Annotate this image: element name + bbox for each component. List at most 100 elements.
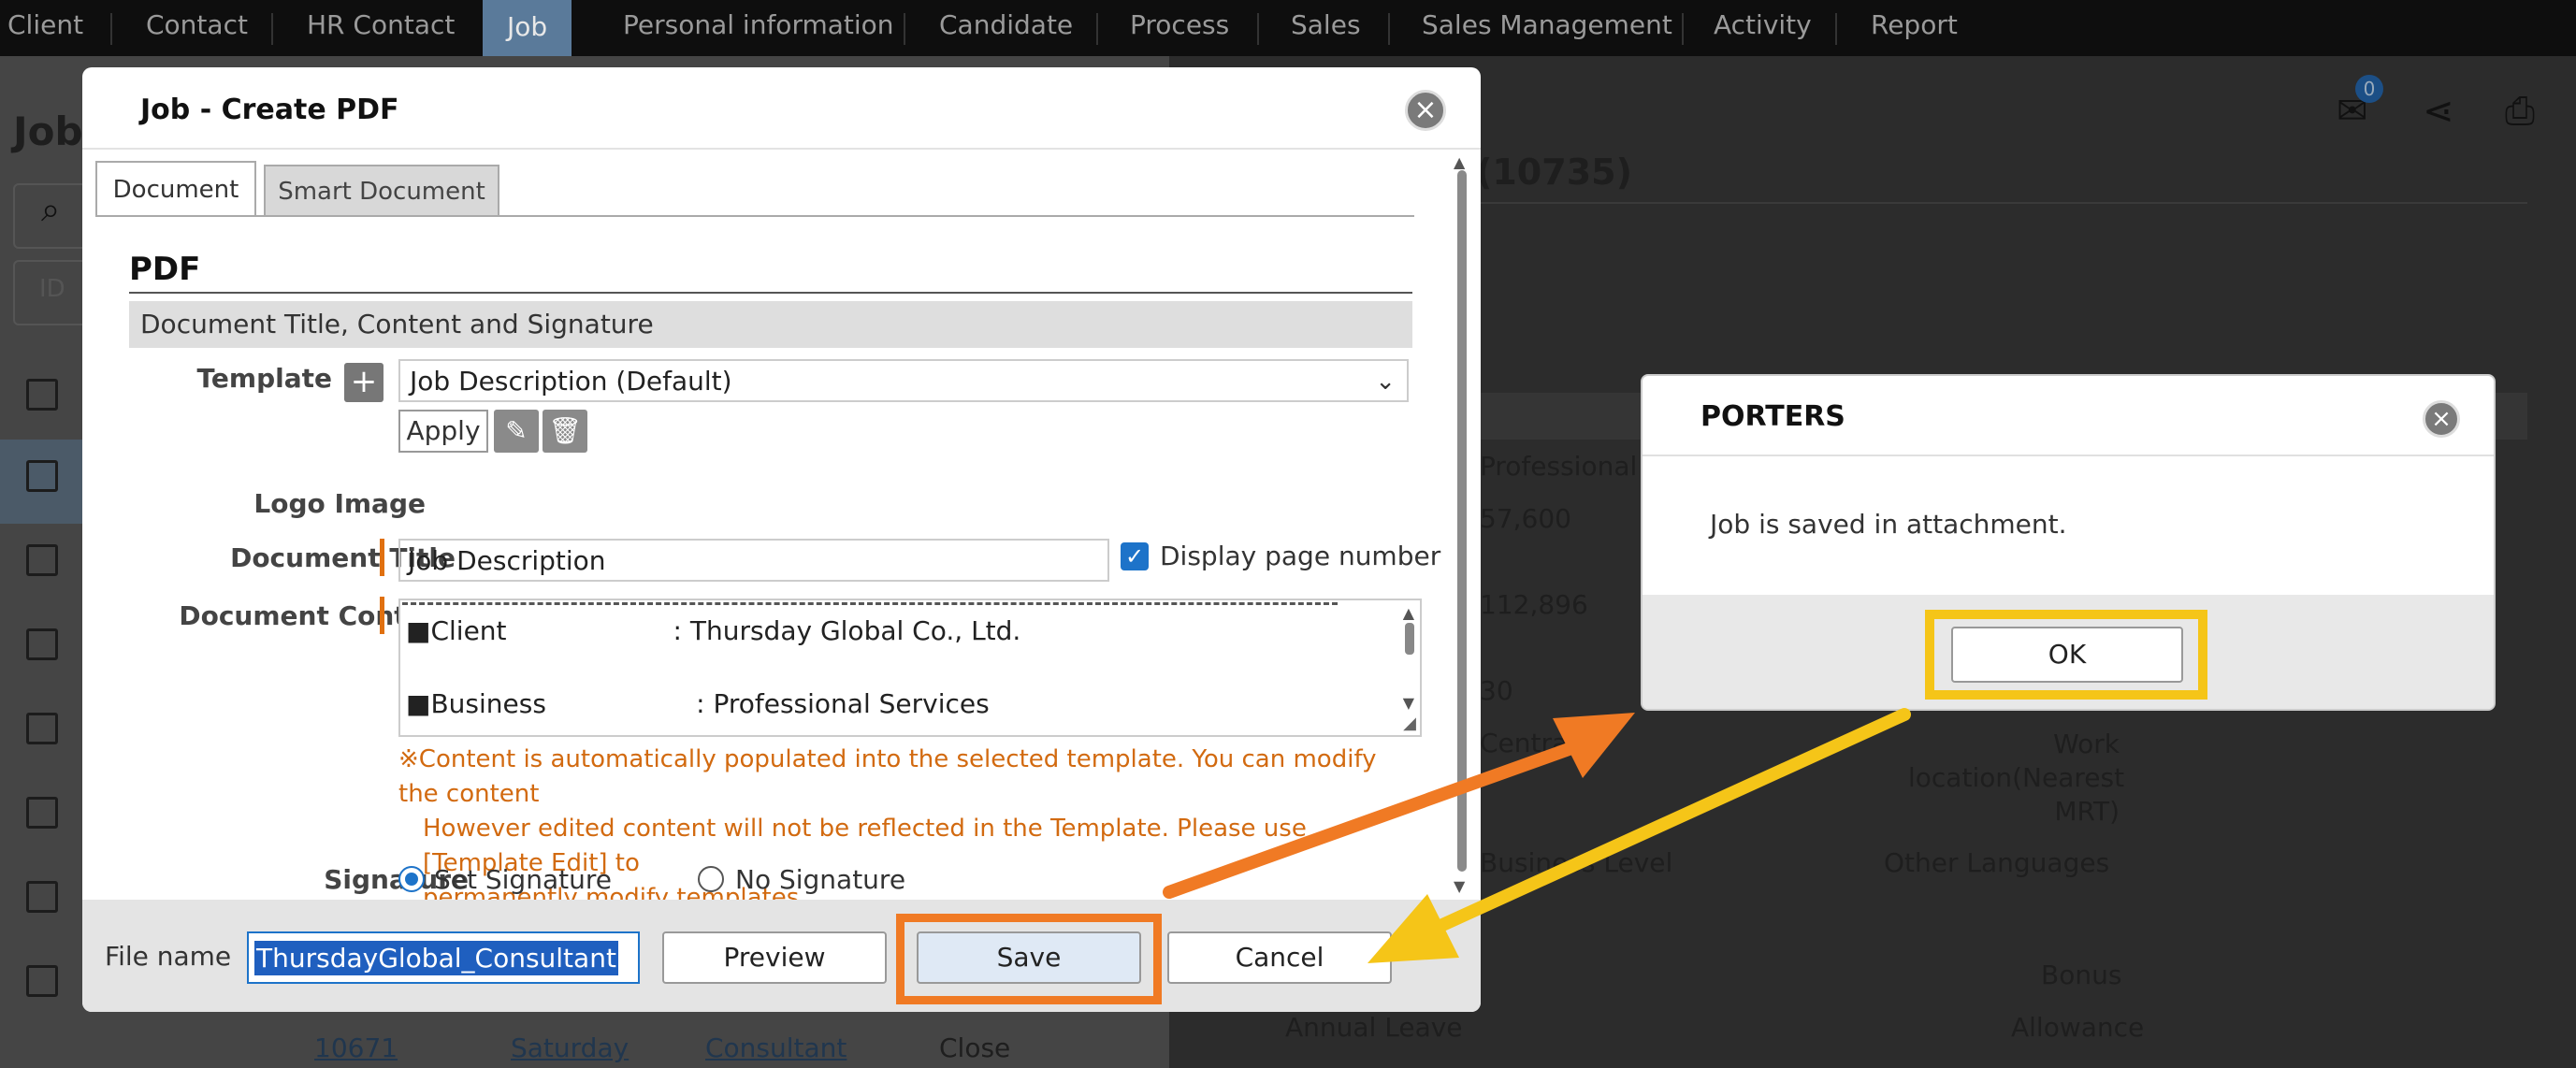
nav-sales-management[interactable]: Sales Management — [1422, 9, 1672, 40]
nav-divider — [271, 13, 273, 45]
display-page-number-checkbox[interactable]: ✓ — [1121, 542, 1149, 570]
row-id-link[interactable]: 10671 — [314, 1032, 398, 1063]
add-template-button[interactable]: + — [344, 363, 384, 402]
template-selected-value: Job Description (Default) — [410, 366, 732, 397]
right-label-bonus: Bonus — [2041, 960, 2122, 990]
scroll-up-icon[interactable]: ▲ — [1403, 604, 1414, 622]
right-label-other-languages: Other Languages — [1884, 847, 2110, 878]
row-checkbox[interactable] — [26, 881, 58, 913]
search-box[interactable]: ⌕ — [13, 183, 92, 249]
required-marker — [380, 539, 384, 576]
nav-contact[interactable]: Contact — [146, 9, 248, 40]
row-checkbox[interactable] — [26, 379, 58, 411]
tab-underline — [95, 215, 1414, 217]
preview-button[interactable]: Preview — [662, 931, 887, 984]
cancel-button[interactable]: Cancel — [1167, 931, 1392, 984]
search-icon: ⌕ — [41, 191, 61, 229]
nav-client[interactable]: Client — [7, 9, 83, 40]
mail-badge: 0 — [2355, 75, 2383, 103]
divider — [82, 148, 1481, 150]
tab-smart-document[interactable]: Smart Document — [264, 165, 499, 217]
row-client-link[interactable]: Saturday — [511, 1032, 629, 1063]
share-icon[interactable]: ⋖ — [2423, 90, 2454, 133]
page-title: Job — [13, 108, 83, 154]
nav-candidate[interactable]: Candidate — [939, 9, 1073, 40]
file-name-value: ThursdayGlobal_Consultant — [254, 941, 618, 975]
id-filter-placeholder: ID — [39, 275, 65, 303]
content-scrollbar[interactable] — [1405, 623, 1414, 655]
file-name-label: File name — [105, 941, 232, 972]
dialog-message: Job is saved in attachment. — [1710, 509, 2067, 540]
field-value: Central — [1480, 728, 1575, 758]
content-separator — [402, 602, 1338, 609]
delete-template-icon[interactable]: 🗑 — [543, 410, 587, 453]
apply-button[interactable]: Apply — [398, 410, 488, 453]
no-signature-label: No Signature — [735, 864, 906, 895]
nav-job[interactable]: Job — [483, 0, 572, 56]
nav-divider — [1388, 13, 1390, 45]
annual-leave-label: Annual Leave — [1285, 1012, 1463, 1043]
no-signature-radio[interactable] — [698, 866, 724, 892]
save-highlight-box — [896, 914, 1162, 1004]
row-checkbox[interactable] — [26, 713, 58, 744]
row-checkbox[interactable] — [26, 628, 58, 660]
nav-divider — [1682, 13, 1684, 45]
nav-divider — [904, 13, 905, 45]
ok-highlight-box — [1925, 610, 2207, 700]
right-label-allowance: Allowance — [2011, 1012, 2145, 1043]
nav-process[interactable]: Process — [1130, 9, 1229, 40]
content-line: ■Client : Thursday Global Co., Ltd. — [406, 615, 1021, 646]
divider — [1643, 455, 2494, 456]
row-checkbox[interactable] — [26, 965, 58, 997]
nav-divider — [1257, 13, 1259, 45]
nav-activity[interactable]: Activity — [1714, 9, 1812, 40]
row-status: Close — [939, 1032, 1011, 1063]
top-nav: Client Contact HR Contact Job Personal i… — [0, 0, 2576, 56]
pdf-heading: PDF — [129, 251, 201, 288]
nav-sales[interactable]: Sales — [1291, 9, 1361, 40]
row-position-link[interactable]: Consultant — [705, 1032, 847, 1063]
field-value: 30 — [1480, 675, 1513, 706]
tab-document[interactable]: Document — [95, 161, 256, 217]
divider — [129, 292, 1412, 294]
row-checkbox[interactable] — [26, 544, 58, 576]
create-pdf-modal: Job - Create PDF × Document Smart Docume… — [82, 67, 1481, 1012]
set-signature-radio[interactable] — [398, 866, 425, 892]
modal-scrollbar[interactable] — [1457, 170, 1467, 872]
nav-report[interactable]: Report — [1871, 9, 1958, 40]
nav-divider — [110, 13, 112, 45]
close-icon[interactable]: × — [1405, 90, 1446, 131]
note-line: ※Content is automatically populated into… — [398, 745, 1377, 808]
close-icon[interactable]: × — [2423, 400, 2460, 438]
row-checkbox[interactable] — [26, 797, 58, 829]
right-label-work-location: Work location(Nearest MRT) — [1908, 729, 2125, 827]
content-line: ■Business : Professional Services — [406, 688, 990, 719]
chevron-down-icon: ⌄ — [1375, 368, 1396, 396]
field-value: 112,896 — [1480, 589, 1588, 620]
modal-footer: File name ThursdayGlobal_Consultant Prev… — [82, 900, 1481, 1012]
edit-template-icon[interactable]: ✎ — [494, 410, 539, 453]
modal-title: Job - Create PDF — [140, 94, 399, 126]
nav-hr-contact[interactable]: HR Contact — [307, 9, 455, 40]
field-value: Professional S — [1480, 451, 1662, 482]
display-page-number-label: Display page number — [1160, 541, 1441, 571]
resize-handle-icon[interactable]: ◢ — [1403, 714, 1416, 733]
scroll-down-icon[interactable]: ▼ — [1454, 877, 1465, 895]
document-title-input[interactable]: Job Description — [398, 539, 1109, 582]
nav-personal-information[interactable]: Personal information — [623, 9, 894, 40]
dialog-title: PORTERS — [1700, 400, 1845, 433]
id-filter-input[interactable]: ID — [13, 260, 92, 325]
print-icon[interactable]: ⎙ — [2505, 90, 2535, 133]
scroll-up-icon[interactable]: ▲ — [1454, 153, 1465, 171]
template-select[interactable]: Job Description (Default) ⌄ — [398, 359, 1409, 402]
file-name-input[interactable]: ThursdayGlobal_Consultant — [247, 931, 640, 984]
document-content-textarea[interactable]: ■Client : Thursday Global Co., Ltd. ■Bus… — [398, 599, 1422, 737]
field-value: 57,600 — [1480, 503, 1571, 534]
record-title: (10735) — [1476, 152, 1632, 193]
nav-divider — [1096, 13, 1098, 45]
row-checkbox[interactable] — [26, 460, 58, 492]
section-header: Document Title, Content and Signature — [129, 301, 1412, 348]
logo-image-label: Logo Image — [253, 488, 426, 519]
set-signature-label: Set Signature — [434, 864, 612, 895]
scroll-down-icon[interactable]: ▼ — [1403, 694, 1414, 712]
